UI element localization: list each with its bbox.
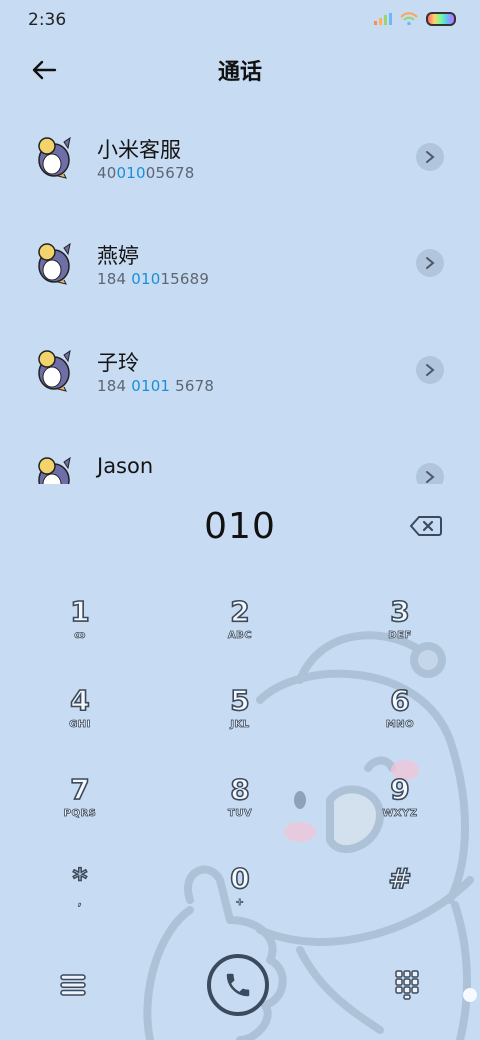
key-star[interactable]: * , (20, 861, 140, 931)
number-prefix: 40 (97, 164, 117, 182)
chevron-right-icon (426, 471, 435, 483)
avatar (38, 136, 71, 179)
status-bar: 2:36 (0, 0, 480, 40)
wifi-icon (400, 12, 418, 26)
key-hash[interactable]: # (340, 861, 460, 931)
number-suffix: 05678 (145, 164, 195, 182)
key-letters: GHI (69, 719, 91, 731)
key-letters: + (235, 897, 245, 909)
signal-icon (374, 13, 392, 25)
key-digit: 9 (389, 772, 410, 807)
contact-number: 184 01015689 (97, 270, 209, 288)
contact-item[interactable]: 子玲 184 0101 5678 (0, 319, 480, 419)
key-8[interactable]: 8 TUV (180, 772, 300, 842)
avatar (38, 349, 71, 392)
key-digit: 0 (229, 861, 250, 896)
avatar (38, 242, 71, 285)
number-prefix: 184 (97, 270, 132, 288)
key-3[interactable]: 3 DEF (340, 594, 460, 664)
contact-item[interactable]: 小米客服 4001005678 (0, 106, 480, 206)
contact-number: 184 0101 5678 (97, 377, 214, 395)
key-letters: DEF (388, 630, 412, 642)
status-time: 2:36 (28, 10, 67, 30)
dial-input-row: 010 (0, 500, 480, 556)
number-prefix: 184 (97, 377, 132, 395)
status-icons (374, 12, 456, 26)
keypad-toggle-button[interactable] (390, 968, 424, 1002)
key-digit: 2 (229, 594, 250, 629)
contact-name: 燕婷 (97, 244, 139, 268)
avatar (38, 456, 71, 484)
key-7[interactable]: 7 PQRS (20, 772, 140, 842)
number-suffix: 5678 (170, 377, 215, 395)
key-6[interactable]: 6 MNO (340, 683, 460, 753)
chevron-right-icon (426, 257, 435, 269)
contact-detail-button[interactable] (416, 463, 444, 484)
key-9[interactable]: 9 WXYZ (340, 772, 460, 842)
call-button[interactable] (207, 954, 269, 1016)
key-digit: 6 (389, 683, 410, 718)
dialpad-icon (395, 970, 419, 1000)
number-match: 010 (131, 270, 161, 288)
key-letters: PQRS (63, 808, 97, 820)
header: 通话 (0, 44, 480, 96)
key-4[interactable]: 4 GHI (20, 683, 140, 753)
chevron-right-icon (426, 364, 435, 376)
key-letters: ABC (227, 630, 253, 642)
key-5[interactable]: 5 JKL (180, 683, 300, 753)
key-digit: 3 (389, 594, 410, 629)
key-digit: 4 (69, 683, 90, 718)
bottom-bar (0, 948, 480, 1028)
contact-detail-button[interactable] (416, 356, 444, 384)
contact-item[interactable]: Jason (0, 426, 480, 484)
contact-detail-button[interactable] (416, 249, 444, 277)
backspace-icon (410, 516, 442, 536)
key-digit: * (72, 861, 88, 896)
key-letters: , (77, 897, 83, 909)
key-digit: # (387, 861, 412, 896)
number-match: 010 (116, 164, 146, 182)
contact-name: Jason (97, 454, 154, 478)
key-letters: MNO (385, 719, 415, 731)
key-letters: TUV (227, 808, 253, 820)
number-match: 0101 (131, 377, 171, 395)
key-digit: 1 (69, 594, 90, 629)
key-digit: 8 (229, 772, 250, 807)
backspace-button[interactable] (408, 512, 444, 540)
menu-icon (60, 974, 86, 996)
key-1[interactable]: 1 ꝏ (20, 594, 140, 664)
chevron-right-icon (426, 151, 435, 163)
voicemail-icon: ꝏ (74, 630, 86, 642)
contact-item[interactable]: 燕婷 184 01015689 (0, 212, 480, 312)
contact-name: 子玲 (97, 351, 139, 375)
key-letters: JKL (230, 719, 250, 731)
menu-button[interactable] (56, 970, 90, 1000)
number-suffix: 15689 (160, 270, 210, 288)
contact-number: 4001005678 (97, 164, 194, 182)
key-0[interactable]: 0 + (180, 861, 300, 931)
battery-icon (426, 12, 456, 26)
page-title: 通话 (217, 60, 262, 85)
contact-detail-button[interactable] (416, 143, 444, 171)
contact-suggestion-list: 小米客服 4001005678 燕婷 184 01015689 子玲 184 0… (0, 106, 480, 484)
key-digit: 7 (69, 772, 90, 807)
phone-icon (226, 973, 250, 997)
key-digit: 5 (229, 683, 250, 718)
key-2[interactable]: 2 ABC (180, 594, 300, 664)
key-letters: WXYZ (382, 808, 418, 820)
contact-name: 小米客服 (97, 138, 181, 162)
